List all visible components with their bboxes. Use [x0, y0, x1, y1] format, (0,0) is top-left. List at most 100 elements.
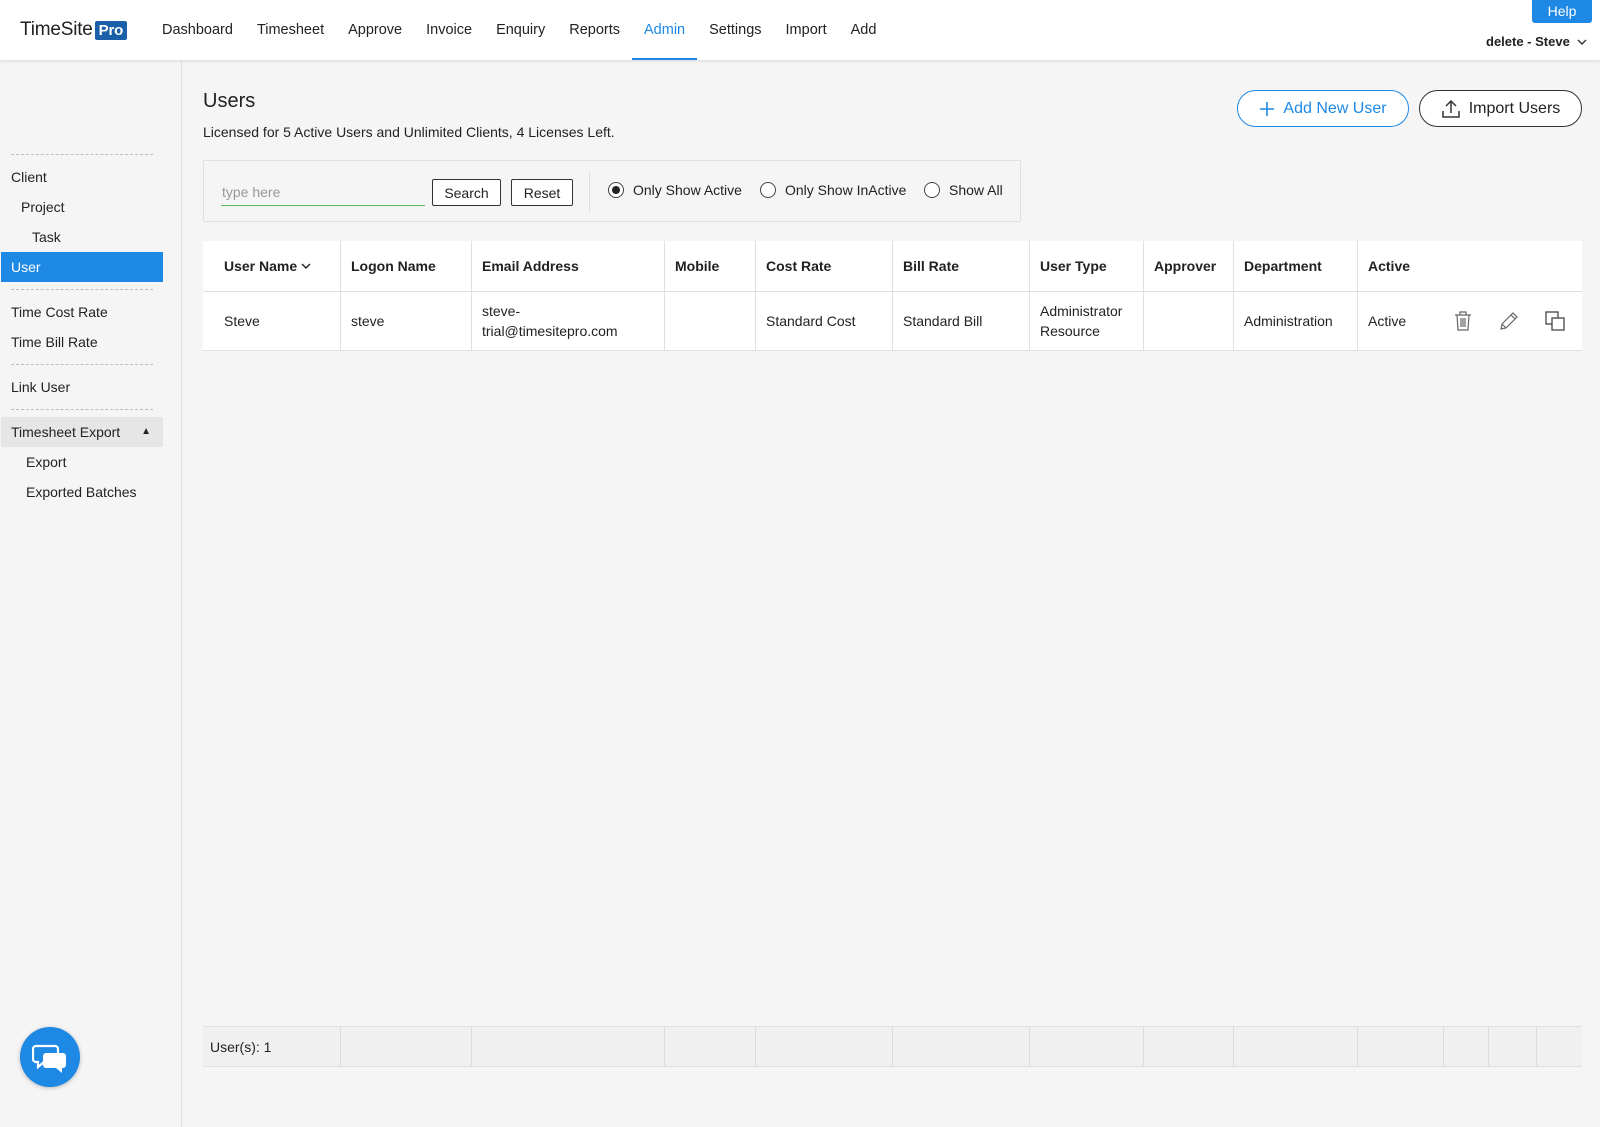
- radio-show-all[interactable]: Show All: [924, 182, 1003, 198]
- search-input[interactable]: [221, 178, 425, 206]
- cell-approver: [1144, 292, 1234, 350]
- sidebar-divider: [11, 289, 153, 290]
- sidebar-item-task[interactable]: Task: [32, 222, 61, 252]
- user-type-line-1: Administrator: [1040, 303, 1123, 319]
- nav-invoice[interactable]: Invoice: [414, 0, 484, 60]
- import-users-button[interactable]: Import Users: [1419, 90, 1582, 127]
- delete-button[interactable]: [1440, 301, 1486, 341]
- column-header-bill-rate[interactable]: Bill Rate: [893, 241, 1030, 291]
- cell-logon-name: steve: [341, 292, 472, 350]
- edit-button[interactable]: [1486, 301, 1532, 341]
- sidebar-group-timesheet-export[interactable]: Timesheet Export ▲: [1, 417, 163, 447]
- column-header-label: User Name: [224, 258, 298, 274]
- radio-circle: [760, 182, 776, 198]
- column-header-mobile[interactable]: Mobile: [665, 241, 756, 291]
- triangle-up-icon: ▲: [141, 426, 151, 437]
- logo[interactable]: TimeSite Pro: [20, 19, 128, 41]
- column-header-user-name[interactable]: User Name: [203, 241, 341, 291]
- upload-icon: [1441, 99, 1460, 118]
- footer-cell: [1030, 1027, 1144, 1066]
- column-header-department[interactable]: Department: [1234, 241, 1358, 291]
- table-footer: User(s): 1: [203, 1026, 1582, 1067]
- sidebar-divider: [11, 154, 153, 155]
- sidebar-item-user[interactable]: User: [1, 252, 163, 282]
- nav-approve[interactable]: Approve: [336, 0, 414, 60]
- sidebar-item-time-cost-rate[interactable]: Time Cost Rate: [11, 297, 108, 327]
- sidebar-divider: [11, 364, 153, 365]
- radio-circle: [924, 182, 940, 198]
- logo-badge: Pro: [94, 20, 128, 40]
- active-status: Active: [1368, 313, 1407, 329]
- license-text: Licensed for 5 Active Users and Unlimite…: [203, 124, 615, 140]
- sidebar-item-client[interactable]: Client: [11, 162, 47, 192]
- cell-mobile: [665, 292, 756, 350]
- column-header-email[interactable]: Email Address: [472, 241, 665, 291]
- cell-department: Administration: [1234, 292, 1358, 350]
- column-header-active[interactable]: Active: [1358, 241, 1582, 291]
- nav-settings[interactable]: Settings: [697, 0, 773, 60]
- nav-timesheet[interactable]: Timesheet: [245, 0, 336, 60]
- nav-enquiry[interactable]: Enquiry: [484, 0, 557, 60]
- user-count: User(s): 1: [203, 1027, 341, 1066]
- chat-icon: [32, 1044, 66, 1073]
- sidebar-item-time-bill-rate[interactable]: Time Bill Rate: [11, 327, 98, 357]
- row-actions: [1440, 301, 1578, 341]
- sidebar-group-label: Timesheet Export: [11, 424, 121, 440]
- search-button[interactable]: Search: [432, 179, 501, 206]
- radio-label: Only Show Active: [633, 182, 742, 198]
- nav-add[interactable]: Add: [839, 0, 889, 60]
- cell-user-type: Administrator Resource: [1030, 292, 1144, 350]
- pencil-icon: [1500, 312, 1518, 330]
- nav-reports[interactable]: Reports: [557, 0, 632, 60]
- user-menu-label: delete - Steve: [1486, 34, 1570, 49]
- sidebar-item-export[interactable]: Export: [26, 447, 66, 477]
- user-type-line-2: Resource: [1040, 323, 1100, 339]
- plus-icon: [1260, 101, 1275, 116]
- add-new-user-button[interactable]: Add New User: [1237, 90, 1409, 127]
- nav-import[interactable]: Import: [774, 0, 839, 60]
- radio-only-show-active[interactable]: Only Show Active: [608, 182, 742, 198]
- radio-only-show-inactive[interactable]: Only Show InActive: [760, 182, 906, 198]
- chat-button[interactable]: [20, 1027, 80, 1087]
- import-users-label: Import Users: [1468, 99, 1561, 117]
- chevron-down-icon: [1577, 39, 1587, 45]
- sidebar-item-exported-batches[interactable]: Exported Batches: [26, 477, 137, 507]
- table-header-row: User Name Logon Name Email Address Mobil…: [203, 241, 1582, 292]
- nav-admin[interactable]: Admin: [632, 0, 698, 60]
- cell-user-name: Steve: [203, 292, 341, 350]
- sidebar-item-project[interactable]: Project: [21, 192, 65, 222]
- column-header-approver[interactable]: Approver: [1144, 241, 1234, 291]
- add-new-user-label: Add New User: [1283, 99, 1387, 117]
- footer-cell: [1144, 1027, 1234, 1066]
- logo-text: TimeSite: [20, 19, 93, 40]
- filter-panel: Search Reset Only Show Active Only Show …: [203, 160, 1021, 222]
- cell-bill-rate: Standard Bill: [893, 292, 1030, 350]
- footer-cell: [1444, 1027, 1489, 1066]
- help-button[interactable]: Help: [1532, 0, 1592, 23]
- page-title: Users: [203, 90, 256, 112]
- cell-email: steve- trial@timesitepro.com: [472, 292, 665, 350]
- column-header-logon-name[interactable]: Logon Name: [341, 241, 472, 291]
- table-row[interactable]: Steve steve steve- trial@timesitepro.com…: [203, 292, 1582, 351]
- email-line-1: steve-: [482, 303, 521, 319]
- user-menu[interactable]: delete - Steve: [1486, 34, 1588, 49]
- footer-cell: [1358, 1027, 1444, 1066]
- footer-cell: [472, 1027, 665, 1066]
- nav-dashboard[interactable]: Dashboard: [150, 0, 245, 60]
- column-header-user-type[interactable]: User Type: [1030, 241, 1144, 291]
- email-line-2: trial@timesitepro.com: [482, 323, 618, 339]
- top-bar: TimeSite Pro Dashboard Timesheet Approve…: [0, 0, 1600, 60]
- radio-label: Only Show InActive: [785, 182, 907, 198]
- sidebar-item-link-user[interactable]: Link User: [11, 372, 70, 402]
- footer-cell: [756, 1027, 893, 1066]
- copy-button[interactable]: [1532, 301, 1578, 341]
- sort-chevron-icon: [301, 263, 311, 269]
- copy-icon: [1545, 311, 1565, 331]
- column-header-cost-rate[interactable]: Cost Rate: [756, 241, 893, 291]
- footer-cell: [893, 1027, 1030, 1066]
- reset-button[interactable]: Reset: [511, 179, 573, 206]
- footer-cell: [1537, 1027, 1582, 1066]
- sidebar-divider: [11, 409, 153, 410]
- cell-cost-rate: Standard Cost: [756, 292, 893, 350]
- footer-cell: [1489, 1027, 1537, 1066]
